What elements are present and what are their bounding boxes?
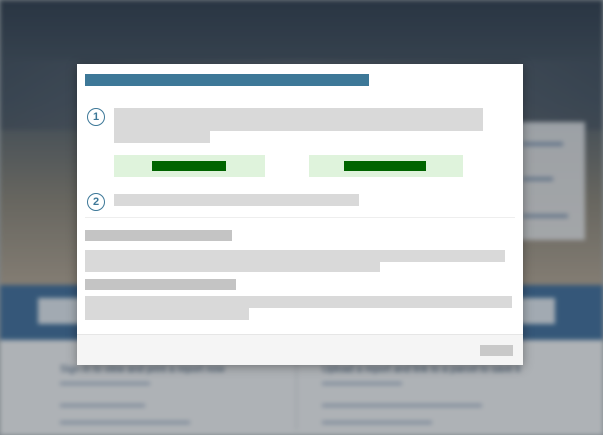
step-1-text-placeholder bbox=[114, 108, 483, 131]
divider bbox=[85, 217, 515, 218]
option-button-right[interactable] bbox=[309, 155, 463, 177]
option-button-left[interactable] bbox=[114, 155, 265, 177]
step-2-badge: 2 bbox=[87, 193, 105, 211]
close-button[interactable] bbox=[480, 345, 513, 356]
body-text-placeholder bbox=[85, 250, 505, 262]
modal-title-placeholder bbox=[85, 74, 369, 86]
section-heading-placeholder bbox=[85, 230, 232, 241]
step-2-text-placeholder bbox=[114, 194, 359, 206]
section-heading-placeholder bbox=[85, 279, 236, 290]
step-1-badge: 1 bbox=[87, 108, 105, 126]
body-text-placeholder bbox=[85, 262, 380, 272]
option-button-label-placeholder bbox=[344, 161, 426, 171]
body-text-placeholder bbox=[85, 308, 249, 320]
body-text-placeholder bbox=[85, 296, 512, 308]
modal-dialog: 1 2 bbox=[77, 64, 523, 365]
option-button-label-placeholder bbox=[152, 161, 226, 171]
step-1-text-placeholder bbox=[114, 131, 210, 143]
modal-footer bbox=[77, 334, 523, 365]
